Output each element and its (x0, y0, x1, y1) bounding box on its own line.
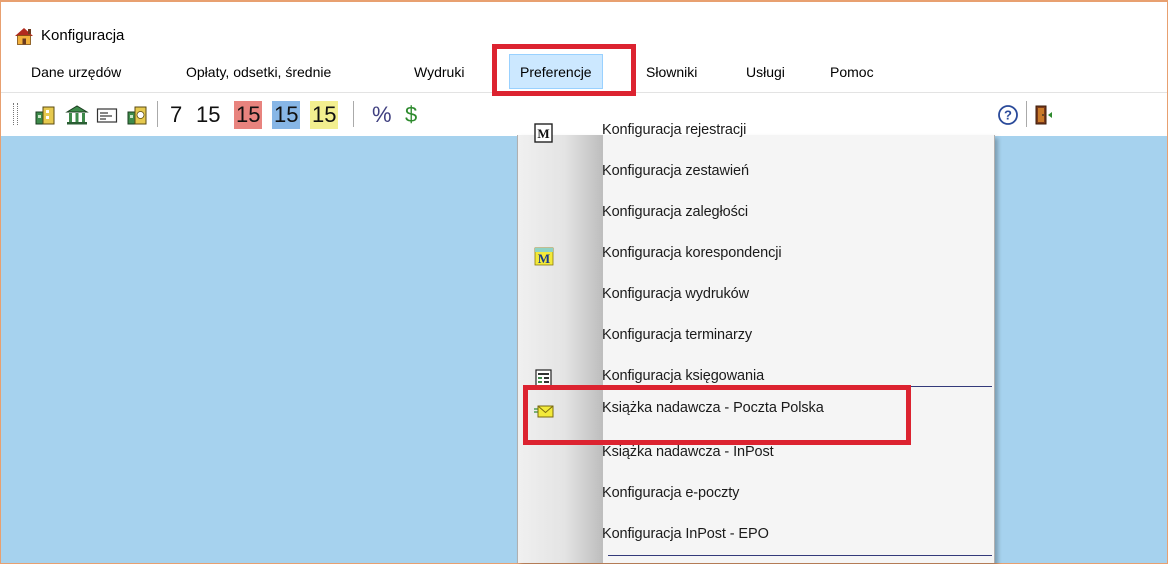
card-icon[interactable] (95, 103, 119, 127)
menu-item-konfiguracja-rejestracji[interactable]: M Konfiguracja rejestracji (518, 112, 994, 152)
letter-m-icon: M (534, 123, 553, 143)
menu-uslugi[interactable]: Usługi (746, 64, 785, 80)
menu-pomoc[interactable]: Pomoc (830, 64, 874, 80)
menu-item-konfiguracja-terminarzy[interactable]: Konfiguracja terminarzy (518, 317, 994, 357)
menu-wydruki[interactable]: Wydruki (414, 64, 464, 80)
bank-icon[interactable] (65, 103, 89, 127)
menu-item-ksiazka-inpost[interactable]: Książka nadawcza - InPost (518, 434, 994, 474)
menu-separator (608, 386, 992, 387)
preferencje-dropdown: M Konfiguracja rejestracji Konfiguracja … (517, 122, 995, 563)
menu-item-konfiguracja-inpost-epo[interactable]: Konfiguracja InPost - EPO (518, 516, 994, 556)
toolbar-separator (157, 101, 158, 127)
menu-item-konfiguracja-wydrukow[interactable]: Konfiguracja wydruków (518, 276, 994, 316)
svg-text:M: M (538, 251, 550, 266)
menu-separator (608, 555, 992, 556)
menu-item-label: Konfiguracja wydruków (602, 286, 749, 302)
menu-item-ksiazka-poczta-polska[interactable]: Książka nadawcza - Poczta Polska (518, 390, 994, 430)
svg-text:M: M (537, 126, 549, 141)
toolbar-separator (1026, 101, 1027, 127)
menu-slowniki[interactable]: Słowniki (646, 64, 697, 80)
envelope-icon (534, 405, 554, 418)
menu-dane-urzedow[interactable]: Dane urzędów (31, 64, 121, 80)
tax-office-icon[interactable] (125, 103, 149, 127)
toolbar-grip[interactable] (13, 103, 18, 125)
menu-item-konfiguracja-e-poczty[interactable]: Konfiguracja e-poczty (518, 475, 994, 515)
toolbar-15-days[interactable]: 15 (194, 101, 222, 129)
toolbar-15-yellow[interactable]: 15 (310, 101, 339, 129)
menu-item-konfiguracja-zestawien[interactable]: Konfiguracja zestawień (518, 153, 994, 193)
help-icon[interactable]: ? (997, 104, 1019, 126)
title-bar: Konfiguracja (1, 2, 1167, 54)
toolbar-15-blue[interactable]: 15 (272, 101, 301, 129)
svg-text:?: ? (1004, 108, 1012, 123)
menu-bar: Dane urzędów Opłaty, odsetki, średnie Wy… (1, 54, 1167, 92)
dollar-icon[interactable]: $ (405, 101, 417, 129)
menu-item-label: Konfiguracja zestawień (602, 163, 749, 179)
window-title: Konfiguracja (41, 27, 125, 44)
menu-item-label: Książka nadawcza - Poczta Polska (602, 400, 824, 416)
menu-item-label: Konfiguracja zaległości (602, 204, 749, 220)
menu-item-label: Konfiguracja terminarzy (602, 327, 753, 343)
toolbar-separator (353, 101, 354, 127)
menu-item-label: Konfiguracja księgowania (602, 368, 765, 384)
menu-item-label: Konfiguracja InPost - EPO (602, 526, 769, 542)
menu-item-label: Konfiguracja e-poczty (602, 485, 740, 501)
menu-item-label: Konfiguracja korespondencji (602, 245, 782, 261)
exit-door-icon[interactable] (1032, 103, 1056, 127)
office-building-icon[interactable] (33, 103, 57, 127)
menu-item-konfiguracja-korespondencji[interactable]: M Konfiguracja korespondencji (518, 235, 994, 275)
menu-oplaty[interactable]: Opłaty, odsetki, średnie (186, 64, 331, 80)
menu-item-label: Książka nadawcza - InPost (602, 444, 774, 460)
menu-preferencje[interactable]: Preferencje (509, 54, 603, 89)
percent-icon[interactable]: % (372, 101, 392, 129)
toolbar-7-days[interactable]: 7 (168, 101, 184, 129)
toolbar-15-red[interactable]: 15 (234, 101, 263, 129)
menu-item-label: Konfiguracja rejestracji (602, 122, 747, 138)
menu-item-konfiguracja-zaleglosci[interactable]: Konfiguracja zaległości (518, 194, 994, 234)
ledger-icon (535, 369, 552, 389)
house-icon (15, 28, 33, 45)
yellow-m-icon: M (534, 247, 554, 266)
